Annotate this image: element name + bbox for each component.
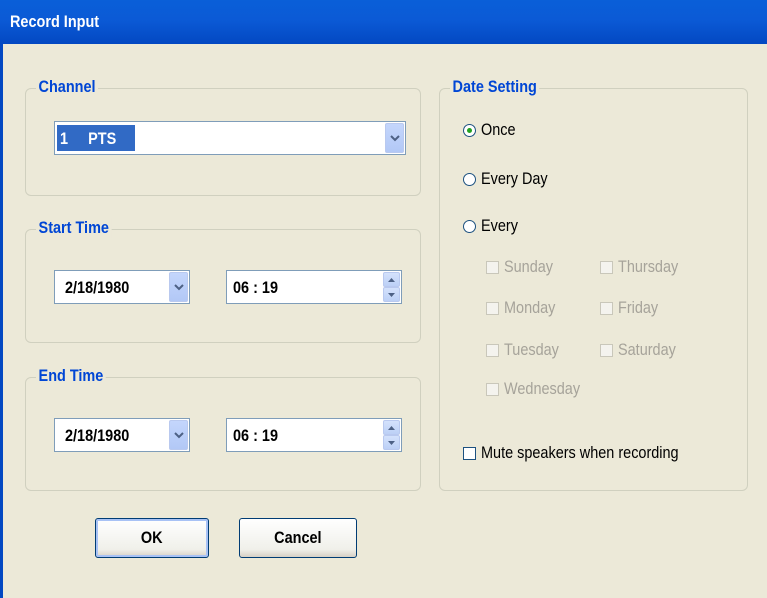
checkbox-saturday[interactable]: Saturday [600, 340, 686, 360]
checkbox-tuesday[interactable]: Tuesday [486, 340, 569, 360]
radio-every-day-button[interactable] [463, 172, 476, 186]
channel-dropdown-button[interactable] [385, 123, 404, 153]
checkbox-mute-speakers-label: Mute speakers when recording [481, 443, 679, 462]
end-date-picker[interactable]: 2/18/1980 [54, 418, 190, 452]
spin-down-button[interactable] [383, 287, 400, 302]
radio-selected-dot [467, 127, 472, 133]
checkbox-saturday-label: Saturday [618, 340, 676, 359]
spin-down-icon [388, 440, 395, 445]
start-time-legend: Start Time [36, 218, 112, 238]
start-time-spin-buttons [383, 272, 400, 302]
checkbox-sunday[interactable]: Sunday [486, 257, 562, 277]
checkbox-thursday-box[interactable] [600, 260, 613, 274]
checkbox-sunday-label: Sunday [504, 257, 554, 276]
end-time-spinner[interactable]: 06 : 19 [226, 418, 402, 452]
end-date-value: 2/18/1980 [65, 426, 130, 445]
channel-value: 1 PTS [60, 129, 117, 148]
end-time-legend: End Time [36, 366, 106, 386]
window-title: Record Input [10, 12, 100, 31]
spin-down-icon [388, 292, 395, 297]
checkbox-wednesday-box[interactable] [486, 382, 499, 396]
spin-up-icon [388, 425, 395, 430]
start-date-picker[interactable]: 2/18/1980 [54, 270, 190, 304]
checkbox-monday-box[interactable] [486, 301, 499, 315]
spin-up-icon [388, 277, 395, 282]
date-setting-group: Date Setting [439, 77, 748, 491]
radio-every[interactable]: Every [463, 216, 524, 236]
checkbox-thursday-label: Thursday [618, 257, 679, 276]
radio-every-button[interactable] [463, 219, 476, 233]
channel-group: Channel 1 PTS [25, 77, 421, 196]
spin-up-button[interactable] [383, 420, 400, 435]
end-date-dropdown-button[interactable] [169, 420, 188, 450]
checkbox-monday[interactable]: Monday [486, 298, 564, 318]
chevron-down-icon [389, 134, 400, 141]
checkbox-thursday[interactable]: Thursday [600, 257, 689, 277]
radio-every-day[interactable]: Every Day [463, 169, 559, 189]
radio-once[interactable]: Once [463, 120, 522, 140]
chevron-down-icon [173, 283, 184, 290]
spin-down-button[interactable] [383, 435, 400, 450]
radio-once-label: Once [481, 120, 516, 139]
cancel-button-label: Cancel [274, 528, 322, 547]
checkbox-mute-speakers[interactable]: Mute speakers when recording [463, 443, 713, 463]
date-setting-legend: Date Setting [450, 77, 540, 97]
end-time-group: End Time 2/18/1980 06 : 19 [25, 366, 421, 491]
start-time-value: 06 : 19 [233, 278, 278, 297]
start-date-value: 2/18/1980 [65, 278, 130, 297]
end-time-spin-buttons [383, 420, 400, 450]
start-date-dropdown-button[interactable] [169, 272, 188, 302]
checkbox-tuesday-box[interactable] [486, 343, 499, 357]
checkbox-mute-speakers-box[interactable] [463, 446, 476, 460]
checkbox-wednesday-label: Wednesday [504, 379, 581, 398]
checkbox-tuesday-label: Tuesday [504, 340, 559, 359]
radio-every-label: Every [481, 216, 518, 235]
start-time-group: Start Time 2/18/1980 06 : 19 [25, 218, 421, 343]
checkbox-friday[interactable]: Friday [600, 298, 665, 318]
checkbox-saturday-box[interactable] [600, 343, 613, 357]
start-time-spinner[interactable]: 06 : 19 [226, 270, 402, 304]
ok-button[interactable]: OK [95, 518, 209, 558]
checkbox-friday-label: Friday [618, 298, 659, 317]
channel-select[interactable]: 1 PTS [54, 121, 406, 155]
chevron-down-icon [173, 431, 184, 438]
checkbox-wednesday[interactable]: Wednesday [486, 379, 593, 399]
radio-once-button[interactable] [463, 123, 476, 137]
spin-up-button[interactable] [383, 272, 400, 287]
checkbox-friday-box[interactable] [600, 301, 613, 315]
checkbox-sunday-box[interactable] [486, 260, 499, 274]
end-time-value: 06 : 19 [233, 426, 278, 445]
channel-legend: Channel [36, 77, 99, 97]
title-bar[interactable]: Record Input [0, 0, 767, 44]
ok-button-label: OK [141, 528, 163, 547]
radio-every-day-label: Every Day [481, 169, 548, 188]
checkbox-monday-label: Monday [504, 298, 556, 317]
cancel-button[interactable]: Cancel [239, 518, 357, 558]
